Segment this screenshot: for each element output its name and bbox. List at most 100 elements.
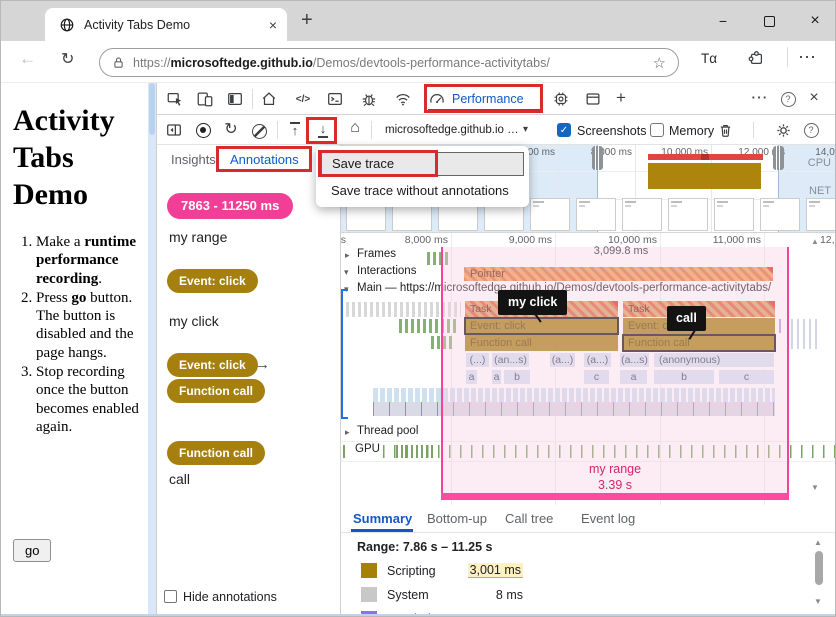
- link-annotation-from-badge[interactable]: Event: click: [167, 353, 258, 377]
- tab-call-tree[interactable]: Call tree: [505, 511, 553, 526]
- memory-checkbox[interactable]: [650, 123, 664, 137]
- screenshot-thumbnail[interactable]: [622, 198, 662, 231]
- inspect-element-icon[interactable]: [165, 89, 185, 109]
- expanded-icon[interactable]: ▾: [344, 267, 349, 278]
- memory-chip-icon[interactable]: [551, 89, 571, 109]
- trash-icon[interactable]: [715, 120, 735, 140]
- annotation-label[interactable]: call: [169, 471, 190, 487]
- device-emulation-icon[interactable]: [195, 89, 215, 109]
- track-thread-pool[interactable]: Thread pool: [357, 425, 418, 437]
- range-annotation-bar[interactable]: [441, 493, 789, 500]
- menu-item-save-trace[interactable]: Save trace: [321, 152, 524, 176]
- dock-side-icon[interactable]: [225, 89, 245, 109]
- range-annotation-edge[interactable]: [787, 247, 789, 500]
- scrollbar-thumb[interactable]: [149, 83, 155, 135]
- tab-event-log[interactable]: Event log: [581, 511, 635, 526]
- panel-help-icon[interactable]: ?: [802, 121, 820, 139]
- scroll-up-icon[interactable]: ▲: [814, 538, 822, 547]
- save-profile-icon[interactable]: ↓: [313, 119, 333, 141]
- details-pane: Summary Bottom-up Call tree Event log Ra…: [341, 505, 836, 617]
- network-wifi-icon[interactable]: [393, 89, 413, 109]
- clear-icon[interactable]: [249, 121, 269, 141]
- link-annotation-to-badge[interactable]: Function call: [167, 379, 265, 403]
- tab-bottom-up[interactable]: Bottom-up: [427, 511, 487, 526]
- url-bar[interactable]: https://microsoftedge.github.io/Demos/de…: [99, 48, 679, 77]
- browser-essentials-icon[interactable]: Tα: [701, 51, 717, 66]
- debugger-bug-icon[interactable]: [359, 89, 379, 109]
- range-annotation-edge[interactable]: [441, 247, 443, 500]
- layers-icon[interactable]: [583, 89, 603, 109]
- memory-label[interactable]: Memory: [669, 124, 714, 138]
- extensions-puzzle-icon[interactable]: [747, 49, 765, 67]
- new-tab-button[interactable]: +: [301, 9, 313, 32]
- hide-annotations-label[interactable]: Hide annotations: [183, 590, 277, 604]
- favorite-star-icon[interactable]: ☆: [653, 54, 666, 72]
- origin-selector[interactable]: microsoftedge.github.io …: [385, 124, 519, 136]
- selection-handle-left[interactable]: [592, 146, 603, 170]
- settings-more-icon[interactable]: ⋯: [798, 47, 816, 68]
- tab-insights[interactable]: Insights: [171, 152, 216, 167]
- toggle-sidebar-icon[interactable]: [164, 120, 184, 140]
- maximize-button[interactable]: [752, 7, 786, 35]
- legend-value: 8 ms: [443, 588, 523, 602]
- window-close-button[interactable]: ×: [798, 7, 832, 35]
- devtools-more-icon[interactable]: ⋯: [749, 88, 769, 108]
- range-annotation-overlay: [442, 247, 788, 493]
- reload-icon[interactable]: ↻: [61, 49, 74, 69]
- track-gpu[interactable]: GPU: [355, 443, 380, 455]
- scroll-up-icon[interactable]: ▲: [811, 237, 819, 246]
- track-frames[interactable]: Frames: [357, 248, 396, 260]
- chevron-down-icon[interactable]: ▾: [523, 124, 528, 135]
- selection-handle-right[interactable]: [773, 146, 784, 170]
- back-icon[interactable]: ←: [19, 49, 36, 69]
- active-tab-underline: [428, 109, 540, 112]
- console-icon[interactable]: [325, 89, 345, 109]
- record-reload-icon[interactable]: ↻: [221, 119, 241, 139]
- screenshots-checkbox[interactable]: ✓: [557, 123, 571, 137]
- screenshot-thumbnail[interactable]: [760, 198, 800, 231]
- welcome-home-icon[interactable]: [259, 89, 279, 109]
- screenshots-label[interactable]: Screenshots: [577, 124, 646, 138]
- annotation-label[interactable]: my click: [169, 313, 219, 329]
- legend-value: 3,001 ms: [443, 563, 523, 577]
- tab-performance[interactable]: Performance: [428, 87, 540, 111]
- tab-annotations[interactable]: Annotations: [230, 152, 299, 167]
- divider: [252, 89, 253, 109]
- system-swatch: [361, 587, 377, 602]
- scroll-down-icon[interactable]: ▼: [811, 483, 819, 492]
- screenshot-thumbnail[interactable]: [576, 198, 616, 231]
- tab-summary[interactable]: Summary: [353, 511, 412, 526]
- tick-label: 11,000 ms: [711, 234, 761, 246]
- tab-close-icon[interactable]: ×: [269, 17, 277, 33]
- load-profile-icon[interactable]: ↑: [285, 119, 305, 141]
- divider: [277, 121, 278, 139]
- gauge-icon: [428, 90, 446, 108]
- hide-annotations-checkbox[interactable]: [164, 590, 177, 603]
- screenshot-thumbnail[interactable]: [806, 198, 836, 231]
- page-scrollbar[interactable]: [148, 83, 156, 617]
- go-button[interactable]: go: [13, 539, 51, 562]
- annotation-label[interactable]: my range: [169, 229, 227, 245]
- scroll-down-icon[interactable]: ▼: [814, 597, 822, 606]
- function-annotation-badge[interactable]: Function call: [167, 441, 265, 465]
- scrollbar-thumb[interactable]: [815, 551, 823, 585]
- record-icon[interactable]: [193, 120, 213, 140]
- browser-tab[interactable]: Activity Tabs Demo ×: [45, 8, 287, 41]
- flame-chart[interactable]: 7,000 ms 8,000 ms 9,000 ms 10,000 ms 11,…: [341, 233, 836, 505]
- screenshot-thumbnail[interactable]: [668, 198, 708, 231]
- event-annotation-badge[interactable]: Event: click: [167, 269, 258, 293]
- track-interactions[interactable]: Interactions: [357, 265, 416, 277]
- range-annotation-badge[interactable]: 7863 - 11250 ms: [167, 193, 293, 219]
- collapsed-icon[interactable]: ▸: [345, 427, 350, 438]
- elements-code-icon[interactable]: </>: [291, 89, 315, 109]
- screenshot-thumbnail[interactable]: [530, 198, 570, 231]
- home-icon[interactable]: ⌂: [345, 118, 365, 138]
- gear-icon[interactable]: [773, 120, 793, 140]
- devtools-help-icon[interactable]: ?: [779, 90, 797, 108]
- screenshot-thumbnail[interactable]: [714, 198, 754, 231]
- menu-item-save-without[interactable]: Save trace without annotations: [331, 183, 509, 198]
- collapsed-icon[interactable]: ▸: [345, 250, 350, 261]
- devtools-close-icon[interactable]: ×: [804, 88, 824, 108]
- more-tabs-plus-icon[interactable]: +: [611, 88, 631, 108]
- minimize-button[interactable]: −: [706, 7, 740, 35]
